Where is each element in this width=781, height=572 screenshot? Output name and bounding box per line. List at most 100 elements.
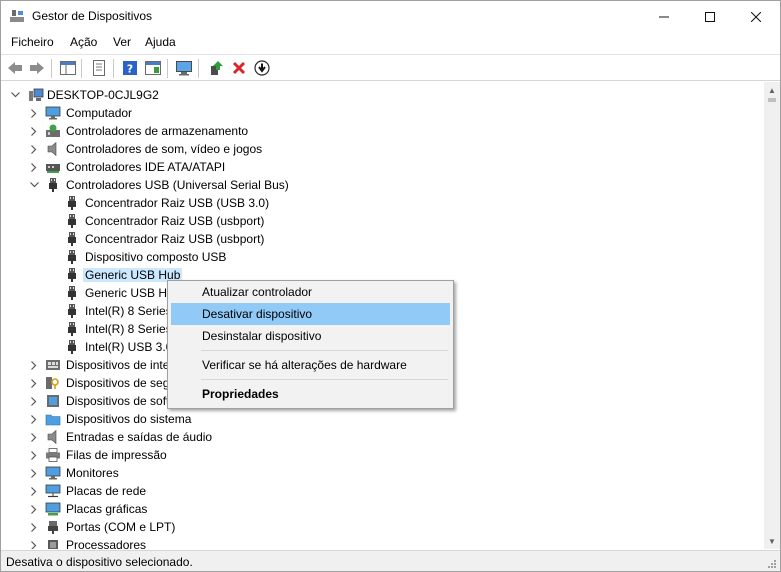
tree-item-network-adapters[interactable]: Placas de rede <box>1 482 761 500</box>
storage-controller-icon <box>46 124 60 137</box>
tree-item-usb-controllers[interactable]: Controladores USB (Universal Serial Bus) <box>1 176 761 194</box>
tree-item-label: Dispositivos de seg <box>66 376 170 390</box>
chevron-right-icon[interactable] <box>28 446 40 464</box>
speaker-icon <box>47 142 57 156</box>
toolbar-separator <box>198 59 199 78</box>
chevron-right-icon[interactable] <box>28 140 40 158</box>
tree-item-usb-composite-device[interactable]: Dispositivo composto USB <box>1 248 761 266</box>
tree-item-label: Monitores <box>66 466 119 480</box>
chevron-down-icon[interactable] <box>9 86 21 104</box>
console-tree-icon <box>60 61 76 75</box>
tree-item-monitors[interactable]: Monitores <box>1 464 761 482</box>
forward-arrow-icon <box>30 62 44 74</box>
chevron-right-icon[interactable] <box>28 158 40 176</box>
maximize-icon <box>705 11 715 22</box>
menu-uninstall-device[interactable]: Desinstalar dispositivo <box>171 325 450 347</box>
close-button[interactable] <box>733 1 779 32</box>
tree-item-label: Intel(R) 8 Series, <box>85 322 176 336</box>
chevron-right-icon[interactable] <box>28 104 40 122</box>
tree-item-audio-inputs-outputs[interactable]: Entradas e saídas de áudio <box>1 428 761 446</box>
chevron-right-icon[interactable] <box>28 518 40 536</box>
status-text: Desativa o dispositivo selecionado. <box>6 555 193 569</box>
scan-hardware-button[interactable] <box>175 59 193 77</box>
update-driver-button[interactable] <box>207 59 225 77</box>
usb-plug-icon <box>68 196 76 210</box>
back-button[interactable] <box>6 59 24 77</box>
status-bar: Desativa o dispositivo selecionado. <box>1 550 780 571</box>
properties-sheet-icon <box>93 60 105 76</box>
chevron-right-icon[interactable] <box>28 536 40 549</box>
tree-item-label: Processadores <box>66 538 147 549</box>
svg-text:?: ? <box>127 63 133 76</box>
scrollbar-thumb[interactable] <box>768 98 776 102</box>
chevron-right-icon[interactable] <box>28 392 40 410</box>
maximize-button[interactable] <box>687 1 733 32</box>
chevron-right-icon[interactable] <box>28 482 40 500</box>
tree-root[interactable]: DESKTOP-0CJL9G2 <box>1 86 761 104</box>
chevron-down-icon[interactable] <box>28 176 40 194</box>
menu-properties[interactable]: Propriedades <box>171 383 450 405</box>
chevron-right-icon[interactable] <box>28 374 40 392</box>
tree-item-label: Dispositivos de soft <box>66 394 170 408</box>
scroll-down-icon[interactable]: ▼ <box>764 533 780 549</box>
chevron-right-icon[interactable] <box>28 122 40 140</box>
menu-ajuda[interactable]: Ajuda <box>145 35 176 49</box>
menu-ver[interactable]: Ver <box>113 35 131 49</box>
chevron-right-icon[interactable] <box>28 428 40 446</box>
chevron-right-icon[interactable] <box>28 500 40 518</box>
tree-item-ports[interactable]: Portas (COM e LPT) <box>1 518 761 536</box>
resize-grip-icon[interactable] <box>767 559 777 569</box>
computer-desktop-icon <box>29 88 44 101</box>
tree-item-label: Concentrador Raiz USB (usbport) <box>85 232 265 246</box>
close-icon <box>751 11 761 22</box>
menu-update-driver[interactable]: Atualizar controlador <box>171 281 450 303</box>
update-driver-icon <box>211 61 223 75</box>
tree-item-ide-controllers[interactable]: Controladores IDE ATA/ATAPI <box>1 158 761 176</box>
tree-item-label: Concentrador Raiz USB (usbport) <box>85 214 265 228</box>
monitor-icon <box>45 106 61 120</box>
ide-controller-icon <box>46 164 60 173</box>
tree-item-usb-root-hub-30[interactable]: Concentrador Raiz USB (USB 3.0) <box>1 194 761 212</box>
usb-plug-icon <box>49 178 57 192</box>
minimize-button[interactable] <box>641 1 687 32</box>
tree-item-label: Intel(R) USB 3.0 <box>85 340 173 354</box>
vertical-scrollbar[interactable]: ▲ ▼ <box>764 82 780 549</box>
toolbar-separator <box>167 59 168 78</box>
menu-acao[interactable]: Ação <box>70 35 97 49</box>
tree-item-processors[interactable]: Processadores <box>1 536 761 549</box>
tree-item-usb-root-hub-usbport[interactable]: Concentrador Raiz USB (usbport) <box>1 212 761 230</box>
tree-item-label: Portas (COM e LPT) <box>66 520 176 534</box>
disable-device-button[interactable] <box>253 59 271 77</box>
action-pane-button[interactable] <box>144 59 162 77</box>
tree-item-display-adapters[interactable]: Placas gráficas <box>1 500 761 518</box>
properties-button[interactable] <box>90 59 108 77</box>
tree-root-label: DESKTOP-0CJL9G2 <box>47 88 159 102</box>
help-button[interactable]: ? <box>121 59 139 77</box>
port-connector-icon <box>48 521 58 534</box>
tree-item-storage-controllers[interactable]: Controladores de armazenamento <box>1 122 761 140</box>
network-adapter-icon <box>45 484 61 498</box>
toolbar-separator <box>51 59 52 78</box>
tree-item-usb-root-hub-usbport[interactable]: Concentrador Raiz USB (usbport) <box>1 230 761 248</box>
forward-button[interactable] <box>28 59 46 77</box>
tree-item-system-devices[interactable]: Dispositivos do sistema <box>1 410 761 428</box>
tree-item-label: Controladores IDE ATA/ATAPI <box>66 160 226 174</box>
software-device-icon <box>47 395 59 407</box>
chevron-right-icon[interactable] <box>28 356 40 374</box>
tree-item-print-queues[interactable]: Filas de impressão <box>1 446 761 464</box>
menu-ficheiro[interactable]: Ficheiro <box>11 35 54 49</box>
scroll-up-icon[interactable]: ▲ <box>764 82 780 98</box>
menu-scan-hardware-changes[interactable]: Verificar se há alterações de hardware <box>171 354 450 376</box>
display-adapter-icon <box>45 502 61 516</box>
chevron-right-icon[interactable] <box>28 464 40 482</box>
menu-disable-device[interactable]: Desativar dispositivo <box>171 303 450 325</box>
tree-item-label: Controladores de armazenamento <box>66 124 249 138</box>
chevron-right-icon[interactable] <box>28 410 40 428</box>
tree-item-sound-controllers[interactable]: Controladores de som, vídeo e jogos <box>1 140 761 158</box>
menu-separator <box>201 379 448 380</box>
show-hide-console-tree-button[interactable] <box>59 59 77 77</box>
usb-plug-icon <box>68 322 76 336</box>
tree-item-computador[interactable]: Computador <box>1 104 761 122</box>
uninstall-device-button[interactable] <box>230 59 248 77</box>
menu-separator <box>201 350 448 351</box>
